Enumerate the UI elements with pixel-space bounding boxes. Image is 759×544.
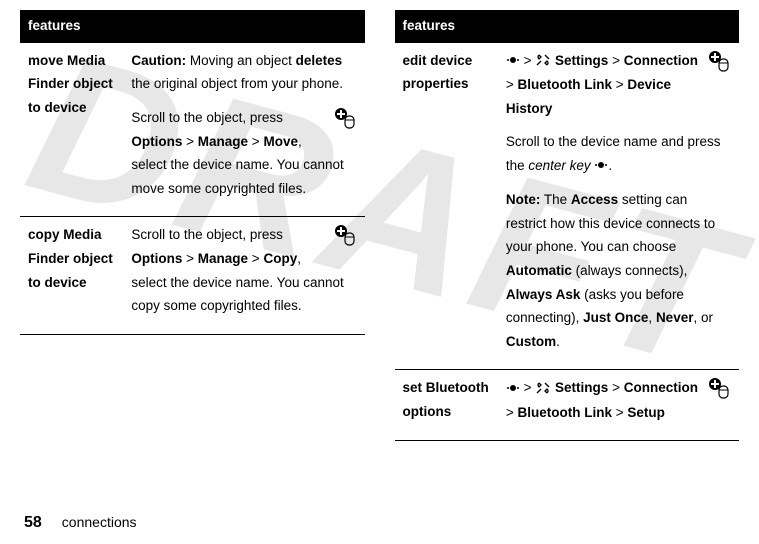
left-features-table: features move Media Finder object to dev… <box>20 10 365 335</box>
text: Scroll to the object, press <box>131 227 283 242</box>
menu-manage: Manage <box>198 251 248 266</box>
gt: > <box>616 77 624 92</box>
table-row: move Media Finder object to device Cauti… <box>20 42 365 217</box>
page-footer: 58 connections <box>24 514 137 532</box>
nav-bluetooth: Bluetooth Link <box>518 405 613 420</box>
gt: > <box>616 405 624 420</box>
tools-icon <box>535 49 551 73</box>
menu-move: Move <box>263 134 298 149</box>
tools-icon <box>535 377 551 401</box>
gt: > <box>612 53 620 68</box>
row-content: > Settings > Connection > Bluetooth Link… <box>498 370 739 441</box>
text: . <box>608 158 612 173</box>
gt: > <box>524 53 532 68</box>
text: Moving an object <box>186 53 296 68</box>
nav-key-icon <box>506 377 520 401</box>
row-content: > Settings > Connection > Bluetooth Link… <box>498 42 739 370</box>
opt-never: Never <box>656 310 694 325</box>
text: Scroll to the object, press <box>131 110 283 125</box>
plus-cylinder-icon <box>333 106 357 138</box>
text: the original object from your phone. <box>131 76 343 91</box>
text: . <box>556 334 560 349</box>
text: (always connects), <box>572 263 688 278</box>
opt-always-ask: Always Ask <box>506 287 581 302</box>
table-row: copy Media Finder object to device Scrol… <box>20 217 365 335</box>
nav-settings: Settings <box>555 380 608 395</box>
nav-connection: Connection <box>624 380 698 395</box>
text: , or <box>693 310 713 325</box>
access-word: Access <box>571 192 618 207</box>
right-column: features edit device properties > Settin… <box>395 10 740 441</box>
gt: > <box>252 134 260 149</box>
menu-options: Options <box>131 134 182 149</box>
center-key-text: center key <box>528 158 590 173</box>
menu-options: Options <box>131 251 182 266</box>
opt-just-once: Just Once <box>583 310 648 325</box>
gt: > <box>506 77 514 92</box>
scroll-para: Scroll to the device name and press the … <box>506 130 731 178</box>
table-row: edit device properties > Settings > Conn… <box>395 42 740 370</box>
row-label: move Media Finder object to device <box>20 42 123 217</box>
label-text: move <box>28 53 67 68</box>
row-content: Scroll to the object, press Options > Ma… <box>123 217 364 335</box>
table-row: set Bluetooth options > Settings > Conne… <box>395 370 740 441</box>
gt: > <box>612 380 620 395</box>
nav-path: > Settings > Connection > Bluetooth Link… <box>506 376 731 424</box>
caution-label: Caution: <box>131 53 186 68</box>
note-para: Note: The Access setting can restrict ho… <box>506 188 731 353</box>
caution-para: Caution: Moving an object deletes the or… <box>131 49 356 96</box>
nav-path: > Settings > Connection > Bluetooth Link… <box>506 49 731 121</box>
note-label: Note: <box>506 192 541 207</box>
nav-bluetooth: Bluetooth Link <box>518 77 613 92</box>
opt-custom: Custom <box>506 334 556 349</box>
nav-key-icon <box>506 49 520 73</box>
nav-settings: Settings <box>555 53 608 68</box>
menu-manage: Manage <box>198 134 248 149</box>
right-features-table: features edit device properties > Settin… <box>395 10 740 441</box>
page-number: 58 <box>24 514 42 531</box>
plus-cylinder-icon <box>707 49 731 81</box>
instruction-para: Scroll to the object, press Options > Ma… <box>131 223 356 318</box>
gt: > <box>252 251 260 266</box>
gt: > <box>186 134 194 149</box>
opt-automatic: Automatic <box>506 263 572 278</box>
instruction-para: Scroll to the object, press Options > Ma… <box>131 106 356 201</box>
row-label: set Bluetooth options <box>395 370 498 441</box>
left-column: features move Media Finder object to dev… <box>20 10 365 441</box>
plus-cylinder-icon <box>333 223 357 255</box>
row-content: Caution: Moving an object deletes the or… <box>123 42 364 217</box>
gt: > <box>506 405 514 420</box>
right-header: features <box>395 10 740 42</box>
left-header: features <box>20 10 365 42</box>
nav-key-icon <box>594 154 608 178</box>
nav-setup: Setup <box>627 405 665 420</box>
deletes-word: deletes <box>296 53 343 68</box>
plus-cylinder-icon <box>707 376 731 408</box>
nav-connection: Connection <box>624 53 698 68</box>
text: , <box>648 310 656 325</box>
label-text: copy <box>28 227 63 242</box>
menu-copy: Copy <box>263 251 297 266</box>
text: The <box>540 192 571 207</box>
row-label: copy Media Finder object to device <box>20 217 123 335</box>
section-name: connections <box>62 514 137 530</box>
gt: > <box>524 380 532 395</box>
gt: > <box>186 251 194 266</box>
row-label: edit device properties <box>395 42 498 370</box>
